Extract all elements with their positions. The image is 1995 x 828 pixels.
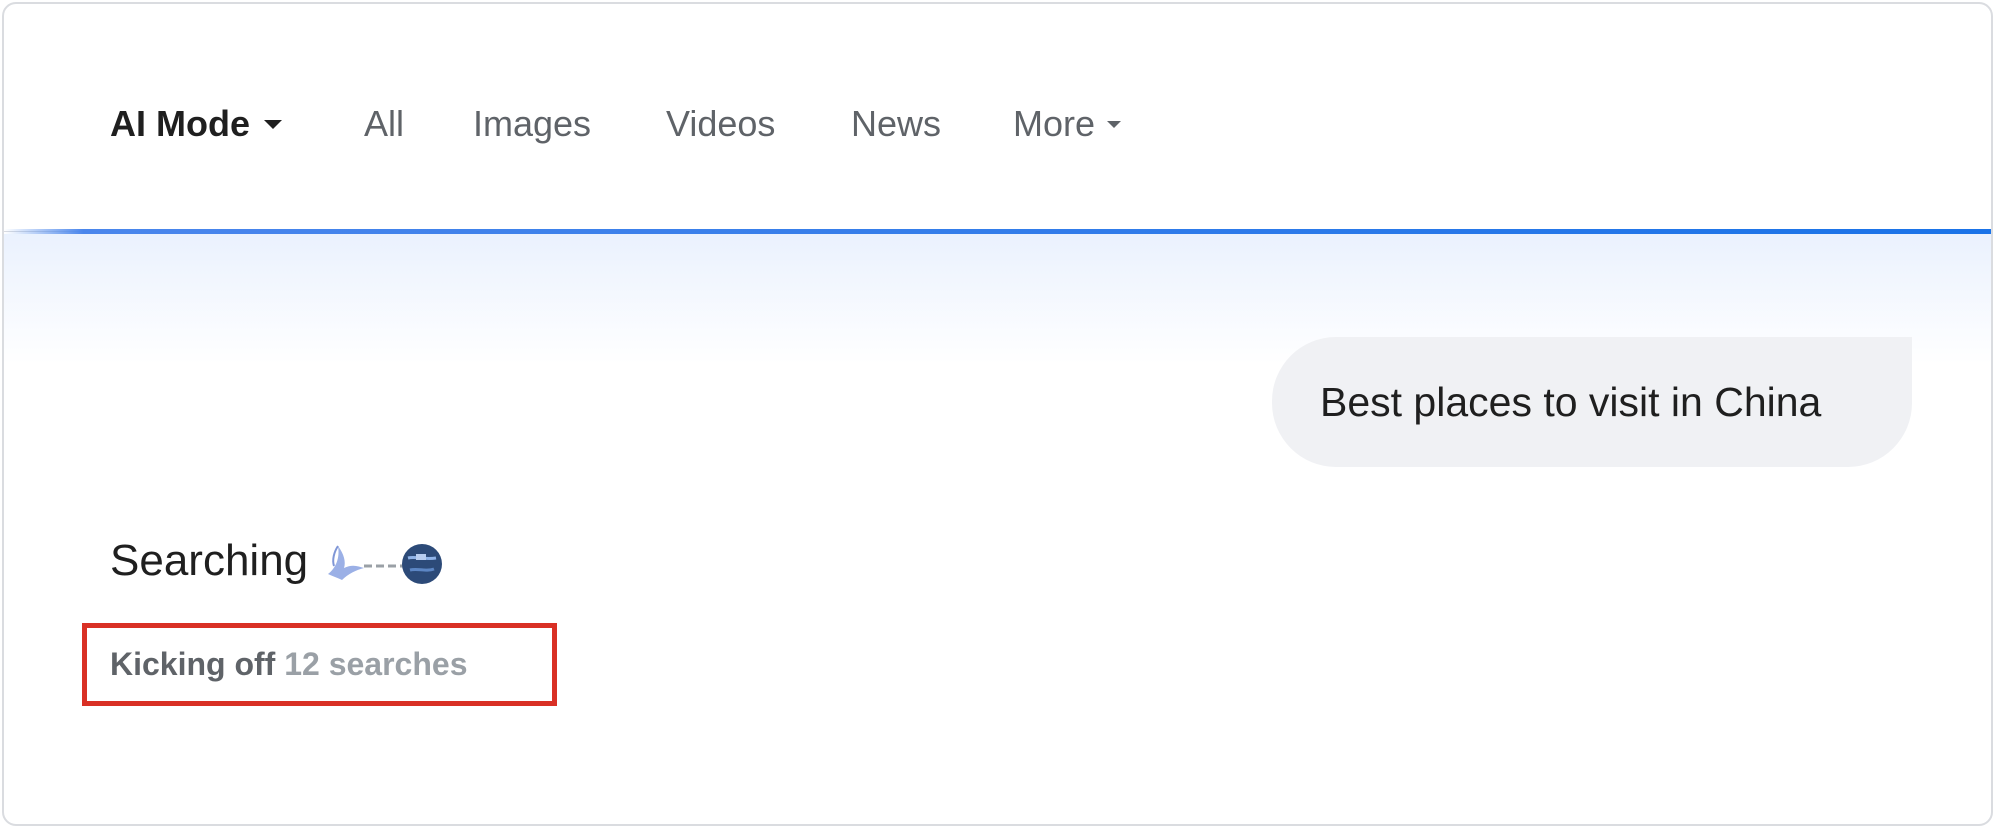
search-tabs: AI Mode All Images Videos News More — [4, 4, 1991, 232]
dropdown-caret-icon — [1107, 120, 1122, 128]
tab-label: More — [1013, 103, 1096, 144]
searching-status: Searching — [110, 534, 444, 588]
kick-prefix: Kicking off — [110, 646, 276, 682]
kicking-off-status: Kicking off 12 searches — [110, 644, 467, 684]
dropdown-caret-icon — [264, 119, 282, 129]
searching-label: Searching — [110, 536, 309, 585]
tab-videos[interactable]: Videos — [666, 100, 775, 148]
tab-label: AI Mode — [110, 103, 250, 144]
ai-mode-panel: AI Mode All Images Videos News More Best… — [2, 2, 1993, 826]
user-query-bubble: Best places to visit in China — [1272, 337, 1912, 467]
tab-label: News — [851, 103, 942, 144]
tab-label: All — [364, 103, 405, 144]
tab-ai-mode[interactable]: AI Mode — [110, 100, 282, 148]
tab-images[interactable]: Images — [473, 100, 591, 148]
tab-more[interactable]: More — [1013, 100, 1122, 148]
tab-label: Videos — [666, 103, 776, 144]
searching-animation-icon — [324, 536, 444, 586]
tab-all[interactable]: All — [364, 100, 404, 148]
search-count: 12 searches — [284, 646, 468, 682]
tab-label: Images — [473, 103, 592, 144]
tab-news[interactable]: News — [851, 100, 941, 148]
